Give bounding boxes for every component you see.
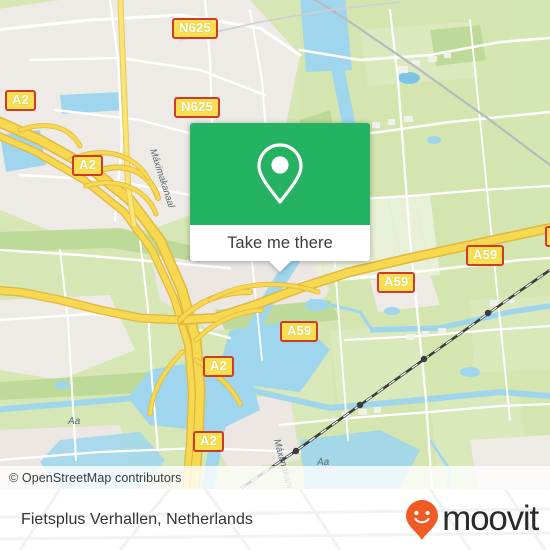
popup-icon-area xyxy=(190,123,370,225)
road-shield-a59: A59 xyxy=(466,245,505,266)
road-shield-label: A59 xyxy=(384,274,409,289)
bottom-info-bar: Fietsplus Verhallen, Netherlands moovit xyxy=(0,489,550,550)
take-me-there-button[interactable]: Take me there xyxy=(190,225,370,272)
road-shield-label: A59 xyxy=(287,323,312,338)
place-name-text: Fietsplus Verhallen, Netherlands xyxy=(21,510,253,528)
road-shield-label: N625 xyxy=(181,99,213,114)
road-shield-a2: A2 xyxy=(72,155,104,176)
road-shield-label: A2 xyxy=(79,157,97,172)
road-shield-a59: A59 xyxy=(545,226,550,247)
attribution-text: © OpenStreetMap contributors xyxy=(9,470,182,485)
road-shield-a2: A2 xyxy=(203,356,235,377)
road-shield-n625: N625 xyxy=(174,97,220,118)
road-shield-label: A2 xyxy=(210,358,228,373)
moovit-pin-icon xyxy=(406,499,439,540)
road-shield-a2: A2 xyxy=(5,90,37,111)
road-shield-label: A2 xyxy=(12,92,30,107)
location-popup[interactable]: Take me there xyxy=(190,123,370,272)
road-shield-a2: A2 xyxy=(193,431,225,452)
popup-pointer xyxy=(269,261,291,272)
map-screenshot: Máximakanaal Máximakanaal Aa Aa N625 N625… xyxy=(0,0,550,550)
map-pin-icon xyxy=(257,143,303,204)
moovit-logo[interactable]: moovit xyxy=(404,489,539,550)
road-shield-n625: N625 xyxy=(172,18,218,39)
place-name: Fietsplus Verhallen, Netherlands xyxy=(21,489,253,550)
road-shield-a59: A59 xyxy=(377,272,416,293)
take-me-there-label: Take me there xyxy=(227,233,333,252)
road-shield-label: N625 xyxy=(179,20,211,35)
label-aa-left: Aa xyxy=(67,416,81,427)
road-shield-label: A2 xyxy=(200,433,218,448)
osm-attribution: © OpenStreetMap contributors xyxy=(0,466,550,489)
road-shield-a59: A59 xyxy=(280,321,319,342)
road-shield-label: A59 xyxy=(473,247,498,262)
moovit-wordmark: moovit xyxy=(442,499,539,538)
